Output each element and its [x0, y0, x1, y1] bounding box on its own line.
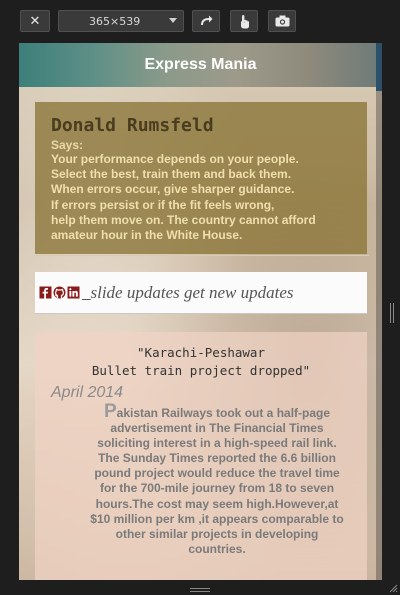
facebook-icon[interactable] — [39, 286, 52, 299]
github-icon[interactable] — [53, 286, 66, 299]
news-card: "Karachi-Peshawar Bullet train project d… — [35, 332, 367, 580]
device-viewport: Express Mania Donald Rumsfeld Says: Your… — [19, 43, 382, 580]
close-icon: ✕ — [29, 13, 41, 29]
quote-card: Donald Rumsfeld Says: Your performance d… — [35, 102, 367, 254]
quote-says-label: Says: — [51, 138, 84, 152]
rotate-button[interactable] — [192, 10, 220, 32]
social-links — [39, 286, 80, 299]
chevron-down-icon — [169, 18, 177, 23]
device-size-select[interactable]: 365×539 — [58, 10, 184, 32]
resize-corner-icon[interactable] — [388, 583, 398, 593]
linkedin-icon[interactable] — [67, 286, 80, 299]
scrollbar-thumb[interactable] — [376, 43, 382, 91]
resize-handle-bottom[interactable] — [190, 588, 210, 592]
close-button[interactable]: ✕ — [20, 10, 50, 32]
news-body: Pakistan Railways took out a half-page a… — [89, 401, 345, 557]
scrollbar[interactable] — [376, 43, 382, 580]
touch-icon — [241, 14, 249, 28]
updates-marquee[interactable]: _slide updates get new updates — [82, 283, 294, 303]
device-size-value: 365×539 — [89, 14, 141, 28]
news-date: April 2014 — [51, 384, 124, 401]
camera-icon — [275, 15, 289, 27]
updates-underline: _ — [82, 282, 91, 302]
screenshot-button[interactable] — [268, 10, 296, 32]
quote-author: Donald Rumsfeld — [51, 115, 214, 136]
news-dropcap: P — [103, 401, 117, 422]
app-title: Express Mania — [144, 56, 257, 73]
app-header: Express Mania — [19, 43, 382, 87]
touch-button[interactable] — [230, 10, 258, 32]
device-toolbar: ✕ 365×539 — [0, 0, 400, 42]
news-body-text: akistan Railways took out a half-page ad… — [90, 406, 344, 556]
news-headline: "Karachi-Peshawar Bullet train project d… — [91, 345, 311, 378]
quote-text: Your performance depends on your people.… — [51, 152, 316, 243]
rotate-icon — [201, 15, 213, 25]
resize-handle-right[interactable] — [390, 303, 394, 323]
divider — [35, 255, 369, 256]
updates-bar: _slide updates get new updates — [35, 272, 367, 314]
updates-text: slide updates get new updates — [90, 282, 294, 302]
